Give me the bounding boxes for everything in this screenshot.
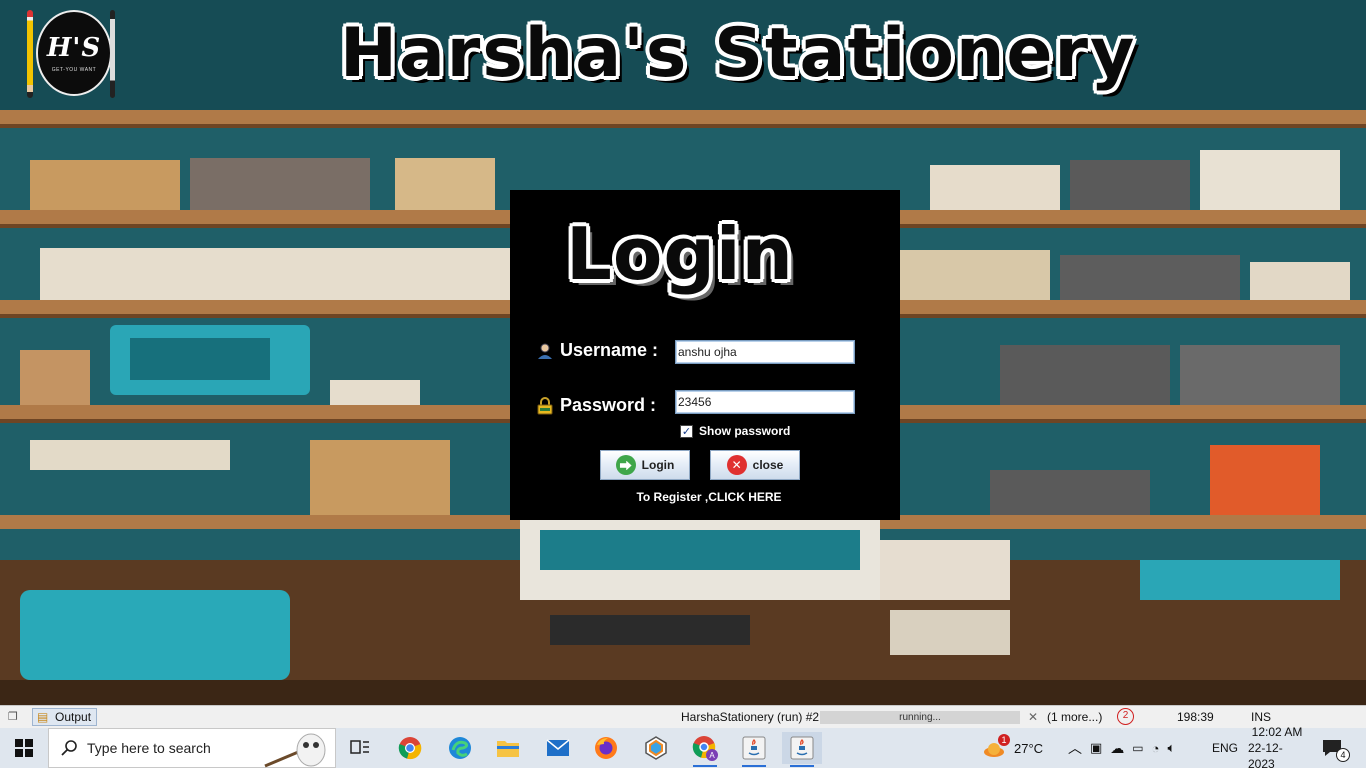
notification-center-button[interactable]: 4: [1322, 728, 1350, 768]
taskbar-hex-app[interactable]: [636, 732, 676, 764]
chevron-up-icon[interactable]: ︿: [1068, 738, 1082, 758]
username-row: Username :: [536, 340, 658, 361]
system-tray-icons: ︿ ▣ ☁ ▭ ◔ 🔈︎: [1068, 728, 1175, 768]
ide-status-bar: ❐ ▤ Output HarshaStationery (run) #2 run…: [0, 705, 1366, 728]
taskbar-mail[interactable]: [538, 732, 578, 764]
notification-icon: 4: [1322, 739, 1350, 762]
weather-badge: 1: [998, 734, 1010, 746]
taskbar-java-active[interactable]: [782, 732, 822, 767]
java-icon: [742, 736, 766, 760]
user-icon: [538, 343, 552, 359]
search-icon: [61, 740, 77, 756]
owl-search-highlight-icon: [264, 733, 326, 768]
chrome-profile-icon: A: [692, 736, 718, 761]
show-password-toggle[interactable]: ✓ Show password: [680, 424, 790, 438]
more-tasks-link[interactable]: (1 more...): [1047, 710, 1102, 724]
logo-tagline: GET-YOU WANT: [51, 67, 97, 73]
language-indicator[interactable]: ENG: [1212, 728, 1238, 768]
close-button[interactable]: ✕ close: [710, 450, 800, 480]
login-heading: Login: [566, 212, 794, 296]
taskbar-firefox[interactable]: [586, 732, 626, 764]
login-button-label: Login: [641, 458, 675, 472]
output-icon: ▤: [37, 710, 49, 724]
cancel-task-icon[interactable]: ✕: [1028, 710, 1038, 724]
username-label: Username :: [560, 340, 659, 360]
folder-icon: [497, 741, 519, 757]
password-input[interactable]: [675, 390, 855, 414]
register-link[interactable]: To Register ,CLICK HERE: [510, 490, 908, 504]
taskbar-edge[interactable]: [440, 732, 480, 764]
close-icon: ✕: [726, 455, 747, 475]
taskbar-search-box[interactable]: Type here to search: [48, 728, 336, 768]
output-tab[interactable]: ▤ Output: [32, 708, 98, 726]
show-password-label: Show password: [699, 424, 791, 438]
show-password-checkbox[interactable]: ✓: [680, 424, 693, 438]
run-progress-bar: running...: [820, 711, 1020, 724]
chrome-icon: [398, 737, 422, 760]
close-button-label: close: [752, 458, 784, 472]
run-task-label: HarshaStationery (run) #2: [681, 710, 820, 724]
taskbar-chrome[interactable]: [390, 732, 430, 764]
username-input[interactable]: [675, 340, 855, 364]
task-view-icon: [350, 740, 369, 754]
battery-icon[interactable]: ▭: [1132, 741, 1143, 755]
weather-temp: 27°C: [1014, 740, 1044, 756]
clock-time: 12:02 AM: [1251, 725, 1303, 739]
search-placeholder: Type here to search: [87, 740, 211, 756]
windows-logo-icon: [15, 739, 33, 757]
lock-icon: [537, 396, 553, 414]
output-tab-label: Output: [55, 710, 92, 724]
edge-icon: [449, 737, 471, 759]
device-icon[interactable]: ▣: [1090, 740, 1102, 756]
speaker-icon[interactable]: 🔈︎: [1168, 740, 1176, 756]
login-panel: Login Username : Password : ✓ Show passw…: [510, 190, 900, 520]
clock-date: 22-12-2023: [1248, 741, 1283, 768]
start-button[interactable]: [0, 728, 48, 768]
login-arrow-icon: ⮕: [615, 455, 636, 475]
cursor-position: 198:39: [1177, 710, 1214, 724]
weather-icon: 1: [982, 734, 1010, 758]
taskbar-java[interactable]: [734, 732, 774, 767]
wifi-icon[interactable]: ◔: [1152, 741, 1160, 756]
java-icon: [790, 736, 814, 760]
taskbar-chrome-profile[interactable]: A: [685, 732, 725, 767]
pen-icon: [110, 10, 115, 98]
notification-badge[interactable]: 2: [1117, 708, 1134, 725]
hexagon-app-icon: [645, 736, 667, 760]
task-view-button[interactable]: [340, 732, 380, 764]
logo-circle: H'S GET-YOU WANT: [36, 10, 112, 96]
notification-count-badge: 4: [1336, 748, 1350, 762]
language-label: ENG: [1212, 741, 1239, 755]
weather-widget[interactable]: 1 27°C: [982, 728, 1043, 768]
cloud-icon[interactable]: ☁: [1110, 740, 1124, 757]
password-row: Password :: [536, 395, 656, 416]
svg-text:A: A: [709, 751, 715, 760]
logo-text: H'S: [46, 33, 102, 63]
clock[interactable]: 12:02 AM 22-12-2023: [1248, 725, 1306, 768]
windows-taskbar: Type here to search A 1 27°C ︿ ▣ ☁ ▭ ◔ 🔈…: [0, 725, 1366, 768]
taskbar-file-explorer[interactable]: [488, 732, 528, 764]
restore-window-icon[interactable]: ❐: [8, 710, 18, 723]
insert-mode: INS: [1251, 710, 1272, 724]
pencil-icon: [27, 10, 33, 98]
brand-logo: H'S GET-YOU WANT: [24, 6, 120, 98]
login-button[interactable]: ⮕ Login: [600, 450, 690, 480]
password-label: Password :: [560, 395, 657, 415]
mail-icon: [546, 739, 570, 756]
firefox-icon: [595, 737, 617, 759]
app-title: Harsha's Stationery: [340, 14, 1137, 93]
